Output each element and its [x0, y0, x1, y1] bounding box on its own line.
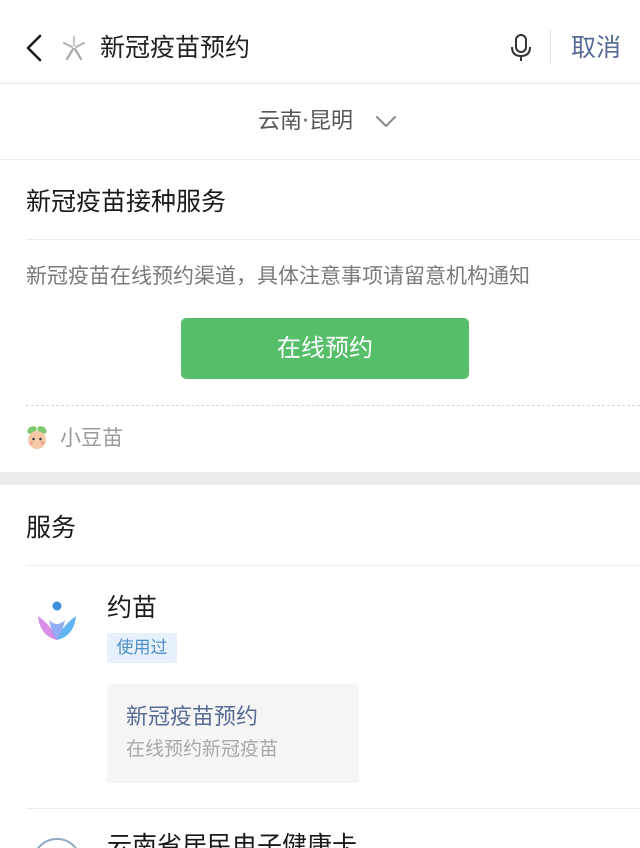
header-divider	[550, 30, 551, 64]
xiaodoumiao-mascot-icon	[27, 426, 47, 449]
card-title[interactable]: 新冠疫苗接种服务	[26, 184, 226, 220]
services-divider	[26, 565, 640, 566]
dashed-divider	[26, 405, 640, 406]
region-selector[interactable]: 云南·昆明	[0, 84, 640, 160]
search-input[interactable]: 新冠疫苗预约	[100, 30, 250, 66]
section-separator	[0, 472, 640, 485]
microphone-icon[interactable]	[510, 33, 532, 63]
service-name: 云南省居民电子健康卡	[107, 831, 358, 848]
card-divider	[26, 239, 640, 240]
chevron-left-icon[interactable]	[22, 32, 46, 64]
used-badge: 使用过	[107, 633, 177, 663]
sub-card-title: 新冠疫苗预约	[126, 705, 259, 730]
source-name[interactable]: 小豆苗	[60, 422, 123, 454]
service-sub-card[interactable]: 新冠疫苗预约 在线预约新冠疫苗	[107, 684, 359, 783]
chevron-down-icon	[376, 116, 396, 127]
search-app-icon	[62, 35, 86, 61]
service-divider	[26, 808, 640, 809]
online-booking-button[interactable]: 在线预约	[181, 318, 469, 379]
services-section-title: 服务	[26, 513, 77, 542]
card-description: 新冠疫苗在线预约渠道，具体注意事项请留意机构通知	[26, 264, 530, 288]
health-card-seal-icon	[32, 838, 82, 848]
cancel-button[interactable]: 取消	[571, 30, 621, 66]
service-name: 约苗	[107, 593, 158, 622]
yuemiao-logo-icon	[38, 601, 76, 640]
sub-card-description: 在线预约新冠疫苗	[126, 738, 279, 760]
region-label: 云南·昆明	[258, 109, 353, 134]
search-header: 新冠疫苗预约 取消	[0, 0, 640, 84]
